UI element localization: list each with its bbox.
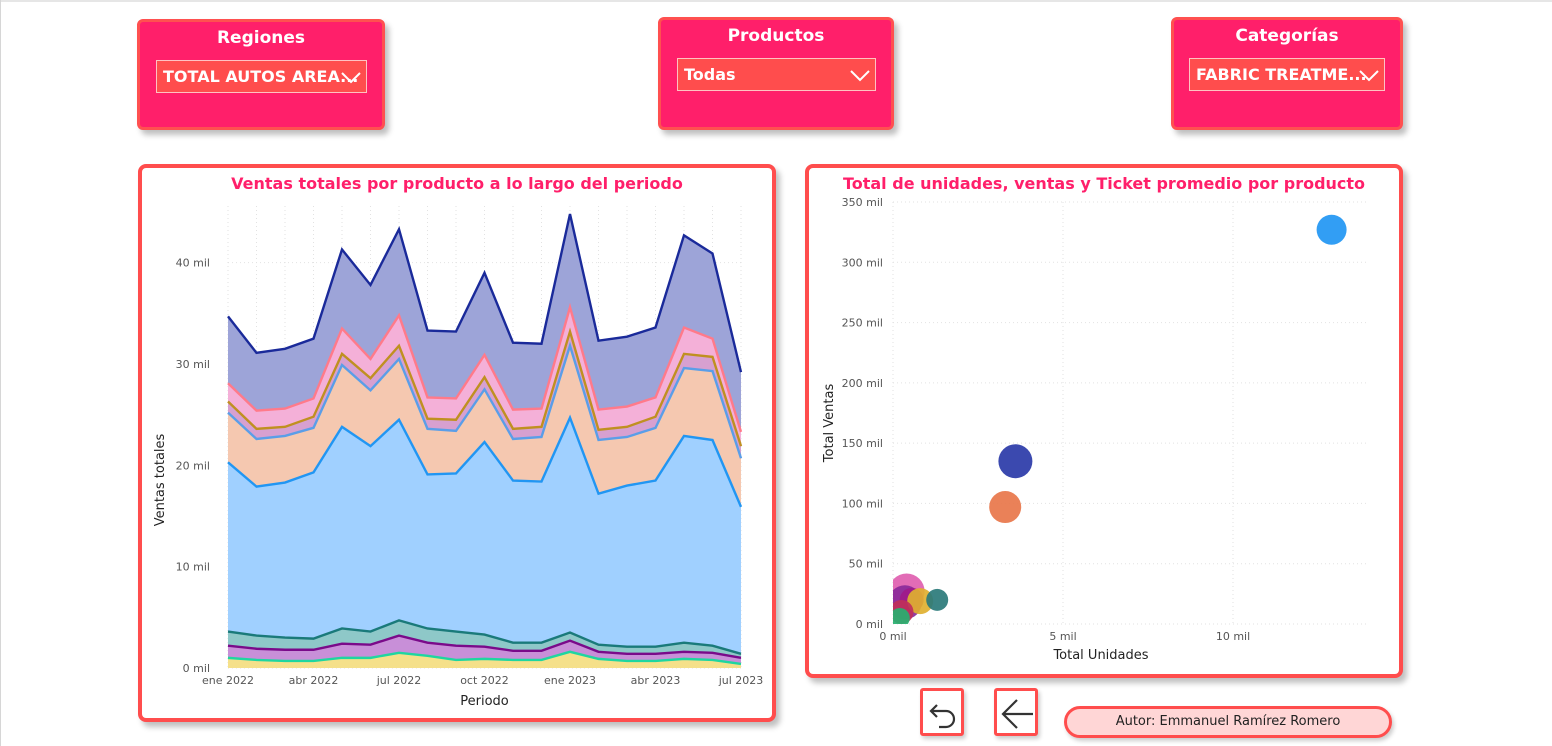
- regiones-slicer[interactable]: Regiones TOTAL AUTOS AREA...: [137, 19, 385, 130]
- x-axis-label: Total Unidades: [1052, 648, 1148, 663]
- productos-slicer-title: Productos: [727, 26, 825, 46]
- chevron-down-icon: [1359, 70, 1379, 82]
- regiones-dropdown[interactable]: TOTAL AUTOS AREA...: [156, 60, 367, 93]
- y-axis-label: Ventas totales: [153, 433, 168, 526]
- x-tick-label: abr 2022: [289, 674, 339, 687]
- scatter-point[interactable]: [998, 444, 1033, 479]
- y-tick-label: 40 mil: [176, 257, 210, 270]
- x-tick-label: jul 2023: [718, 674, 764, 687]
- x-tick-label: 0 mil: [879, 630, 906, 643]
- categorias-slicer[interactable]: Categorías FABRIC TREATME...: [1171, 17, 1403, 130]
- area-chart-card: Ventas totales por producto a lo largo d…: [138, 164, 776, 722]
- chevron-down-icon: [341, 72, 361, 84]
- y-tick-label: 300 mil: [842, 256, 883, 269]
- x-tick-label: ene 2023: [544, 674, 596, 687]
- area-chart[interactable]: 0 mil10 mil20 mil30 mil40 milene 2022 abr…: [142, 168, 772, 718]
- categorias-dropdown[interactable]: FABRIC TREATME...: [1189, 58, 1385, 91]
- productos-slicer[interactable]: Productos Todas: [658, 17, 894, 130]
- top-divider: [0, 0, 1552, 2]
- y-tick-label: 100 mil: [842, 497, 883, 510]
- y-tick-label: 30 mil: [176, 358, 210, 371]
- y-tick-label: 350 mil: [842, 196, 883, 209]
- categorias-slicer-title: Categorías: [1235, 26, 1339, 46]
- categorias-selected-value: FABRIC TREATME...: [1196, 65, 1367, 84]
- x-tick-label: ene 2022: [202, 674, 254, 687]
- scatter-chart-card: Total de unidades, ventas y Ticket prome…: [805, 164, 1403, 678]
- author-badge: Autor: Emmanuel Ramírez Romero: [1064, 706, 1392, 738]
- regiones-selected-value: TOTAL AUTOS AREA...: [163, 67, 359, 86]
- x-tick-label: jul 2022: [376, 674, 422, 687]
- productos-dropdown[interactable]: Todas: [677, 58, 876, 91]
- left-divider: [0, 0, 1, 746]
- scatter-point[interactable]: [1316, 214, 1347, 245]
- scatter-point[interactable]: [989, 491, 1022, 524]
- y-axis-label: Total Ventas: [822, 384, 837, 464]
- x-tick-label: oct 2022: [460, 674, 509, 687]
- reset-icon: [929, 704, 956, 729]
- scatter-point[interactable]: [926, 588, 949, 611]
- y-tick-label: 150 mil: [842, 437, 883, 450]
- y-tick-label: 50 mil: [849, 558, 883, 571]
- y-tick-label: 10 mil: [176, 561, 210, 574]
- x-tick-label: abr 2023: [631, 674, 681, 687]
- x-tick-label: 5 mil: [1049, 630, 1076, 643]
- back-button[interactable]: [994, 688, 1038, 736]
- reset-button[interactable]: [920, 688, 964, 736]
- x-axis-label: Periodo: [460, 694, 509, 709]
- x-tick-label: 10 mil: [1216, 630, 1250, 643]
- productos-selected-value: Todas: [684, 65, 736, 84]
- chevron-down-icon: [850, 70, 870, 82]
- y-tick-label: 200 mil: [842, 377, 883, 390]
- back-arrow-icon: [1001, 699, 1033, 729]
- scatter-chart[interactable]: 0 mil 50 mil 100 mil 150 mil 200 mil 250 mil 3…: [809, 168, 1399, 674]
- y-tick-label: 20 mil: [176, 459, 210, 472]
- y-tick-label: 250 mil: [842, 317, 883, 330]
- regiones-slicer-title: Regiones: [216, 28, 306, 48]
